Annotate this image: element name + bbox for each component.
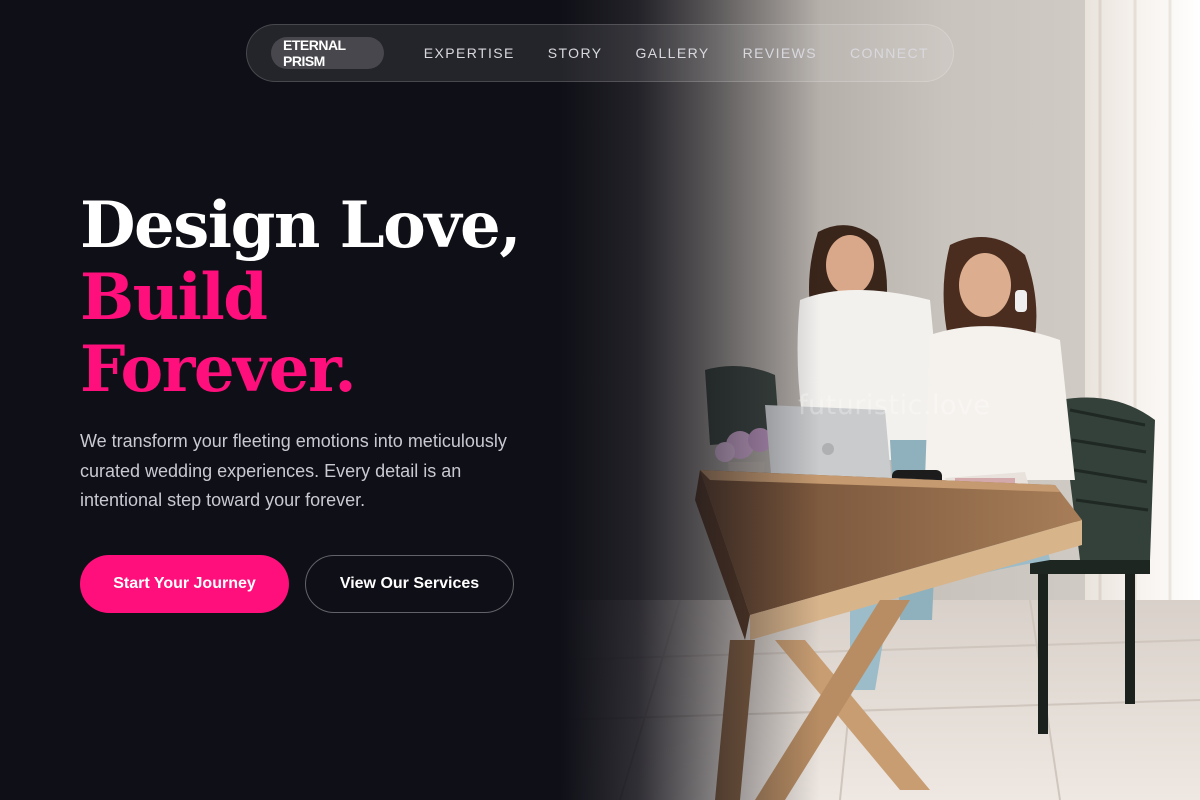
hero-title-line-3: Forever. <box>80 332 357 407</box>
nav-link-story[interactable]: STORY <box>548 45 603 61</box>
nav-link-expertise[interactable]: EXPERTISE <box>424 45 515 61</box>
nav-link-reviews[interactable]: REVIEWS <box>743 45 817 61</box>
hero-title: Design Love, Build Forever. <box>80 188 522 407</box>
nav-link-gallery[interactable]: GALLERY <box>635 45 709 61</box>
nav-link-connect[interactable]: CONNECT <box>850 45 929 61</box>
watermark: futuristic.love <box>798 390 991 421</box>
hero-title-line-2: Build <box>80 260 268 335</box>
brand-logo[interactable]: ETERNAL PRISM <box>271 37 384 69</box>
hero-title-line-1: Design Love, <box>80 188 522 263</box>
nav-links: EXPERTISE STORY GALLERY REVIEWS CONNECT <box>424 45 929 61</box>
top-navigation: ETERNAL PRISM EXPERTISE STORY GALLERY RE… <box>246 24 954 82</box>
view-services-button[interactable]: View Our Services <box>305 555 514 613</box>
hero-description: We transform your fleeting emotions into… <box>80 431 507 510</box>
start-journey-button[interactable]: Start Your Journey <box>80 555 289 613</box>
